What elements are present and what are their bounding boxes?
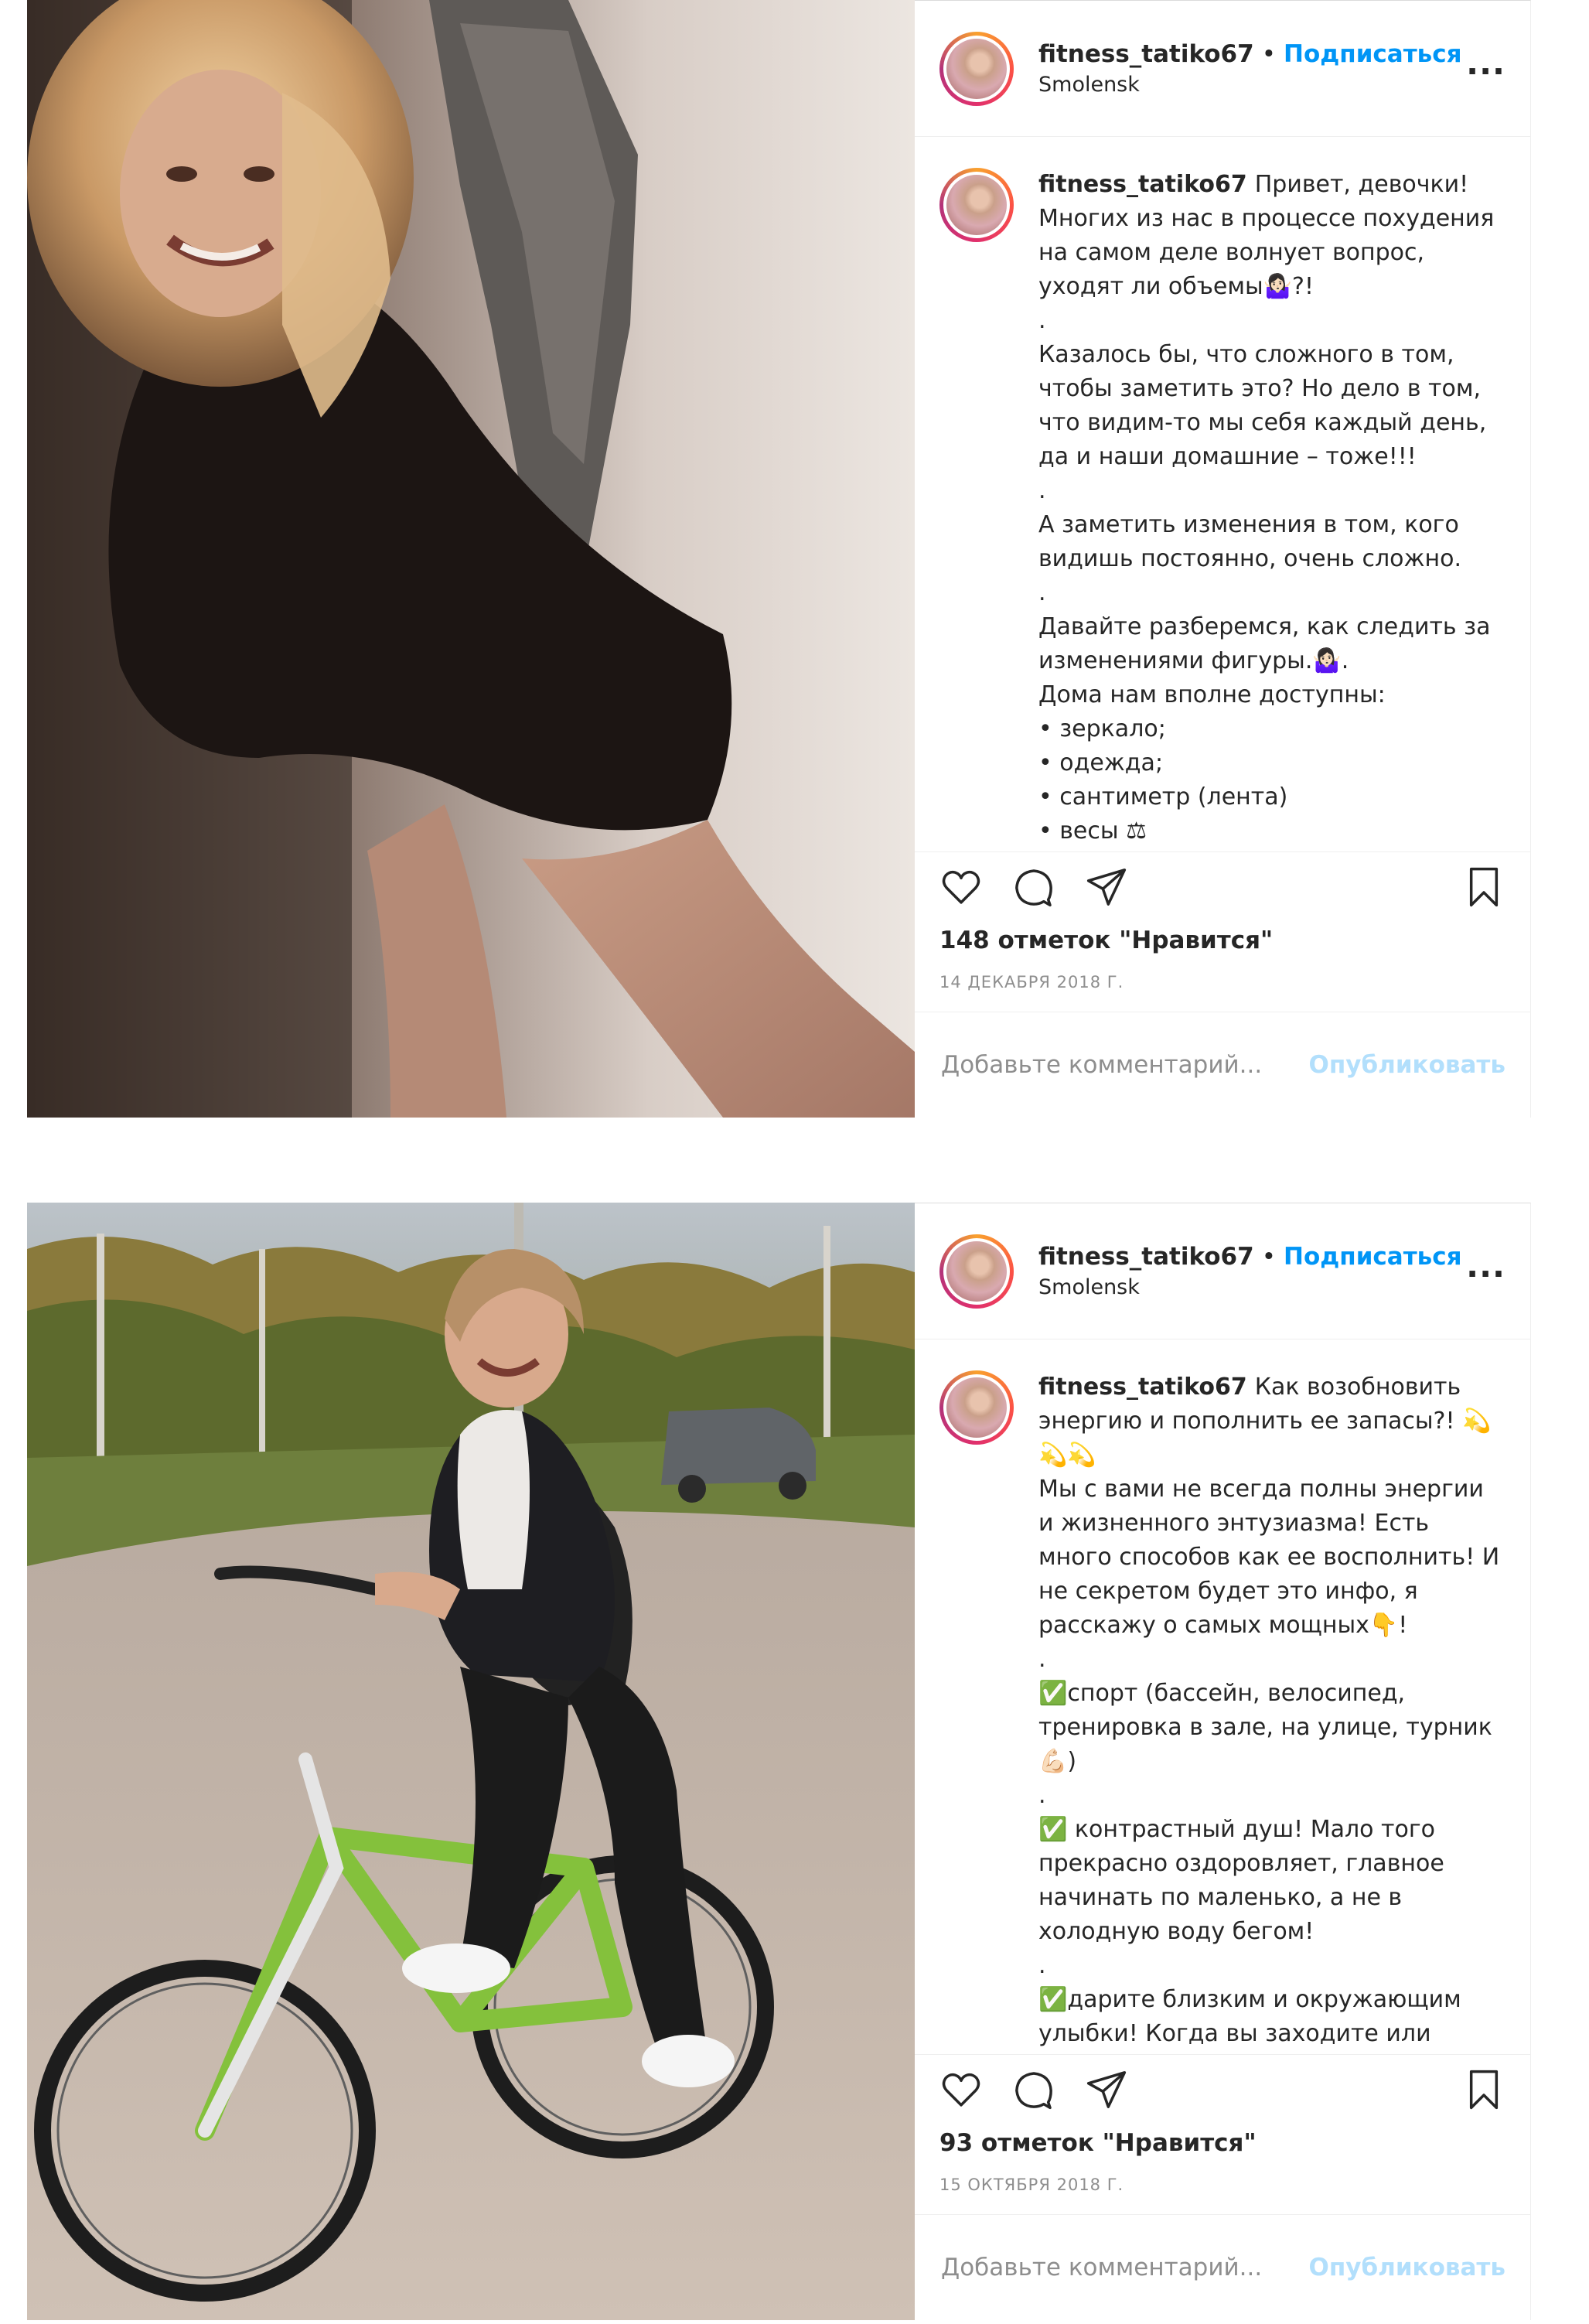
- more-options-icon[interactable]: ...: [1466, 1249, 1505, 1282]
- post-panel: fitness_tatiko67 • Подписаться Smolensk …: [915, 1203, 1531, 2320]
- likes-count[interactable]: 148 отметок "Нравится": [915, 922, 1530, 959]
- avatar[interactable]: [939, 31, 1014, 106]
- instagram-post-2: fitness_tatiko67 • Подписаться Smolensk …: [27, 1203, 1531, 2320]
- avatar-image: [946, 1240, 1007, 1302]
- caption-area[interactable]: fitness_tatiko67 Как возобновить энергию …: [915, 1339, 1530, 2055]
- post-date[interactable]: 14 ДЕКАБРЯ 2018 Г.: [915, 959, 1530, 1012]
- post-photo-image: [27, 1203, 915, 2320]
- post-photo-image: [27, 0, 915, 1118]
- post-photo[interactable]: [27, 0, 915, 1118]
- follow-button[interactable]: Подписаться: [1284, 40, 1462, 68]
- caption-body: Привет, девочки! Многих из нас в процесс…: [1038, 171, 1495, 845]
- heart-icon[interactable]: [939, 865, 983, 909]
- caption-text: fitness_tatiko67 Привет, девочки! Многих …: [1038, 168, 1505, 851]
- caption-username[interactable]: fitness_tatiko67: [1038, 1374, 1247, 1401]
- comment-input[interactable]: [939, 2253, 1309, 2282]
- avatar[interactable]: [939, 1234, 1014, 1309]
- heart-icon[interactable]: [939, 2068, 983, 2111]
- post-photo[interactable]: [27, 1203, 915, 2320]
- avatar-image: [946, 1377, 1007, 1438]
- location-link[interactable]: Smolensk: [1038, 73, 1466, 97]
- more-options-icon[interactable]: ...: [1466, 46, 1505, 80]
- post-date[interactable]: 15 ОКТЯБРЯ 2018 Г.: [915, 2162, 1530, 2215]
- publish-button[interactable]: Опубликовать: [1309, 2254, 1506, 2281]
- caption-area[interactable]: fitness_tatiko67 Привет, девочки! Многих …: [915, 137, 1530, 852]
- action-bar: [915, 2055, 1530, 2124]
- avatar-image: [946, 38, 1007, 99]
- comment-row: Опубликовать: [915, 1012, 1530, 1118]
- instagram-post-1: fitness_tatiko67 • Подписаться Smolensk …: [27, 0, 1531, 1118]
- username-link[interactable]: fitness_tatiko67: [1038, 40, 1254, 68]
- caption-avatar[interactable]: [939, 1370, 1014, 1445]
- comment-icon[interactable]: [1012, 865, 1055, 909]
- action-bar: [915, 852, 1530, 922]
- separator-dot: •: [1261, 40, 1276, 68]
- location-link[interactable]: Smolensk: [1038, 1275, 1466, 1299]
- caption-text: fitness_tatiko67 Как возобновить энергию …: [1038, 1370, 1505, 2054]
- comment-row: Опубликовать: [915, 2215, 1530, 2320]
- username-link[interactable]: fitness_tatiko67: [1038, 1243, 1254, 1271]
- caption-avatar[interactable]: [939, 168, 1014, 242]
- share-icon[interactable]: [1085, 865, 1128, 909]
- avatar-image: [946, 175, 1007, 235]
- bookmark-icon[interactable]: [1462, 2068, 1505, 2111]
- separator-dot: •: [1261, 1243, 1276, 1271]
- share-icon[interactable]: [1085, 2068, 1128, 2111]
- caption-username[interactable]: fitness_tatiko67: [1038, 171, 1247, 198]
- comment-icon[interactable]: [1012, 2068, 1055, 2111]
- caption-body: Как возобновить энергию и пополнить ее з…: [1038, 1374, 1500, 2047]
- post-header: fitness_tatiko67 • Подписаться Smolensk …: [915, 1, 1530, 137]
- bookmark-icon[interactable]: [1462, 865, 1505, 909]
- post-panel: fitness_tatiko67 • Подписаться Smolensk …: [915, 0, 1531, 1118]
- post-header: fitness_tatiko67 • Подписаться Smolensk …: [915, 1203, 1530, 1339]
- follow-button[interactable]: Подписаться: [1284, 1243, 1462, 1271]
- comment-input[interactable]: [939, 1050, 1309, 1080]
- likes-count[interactable]: 93 отметок "Нравится": [915, 2124, 1530, 2162]
- publish-button[interactable]: Опубликовать: [1309, 1051, 1506, 1079]
